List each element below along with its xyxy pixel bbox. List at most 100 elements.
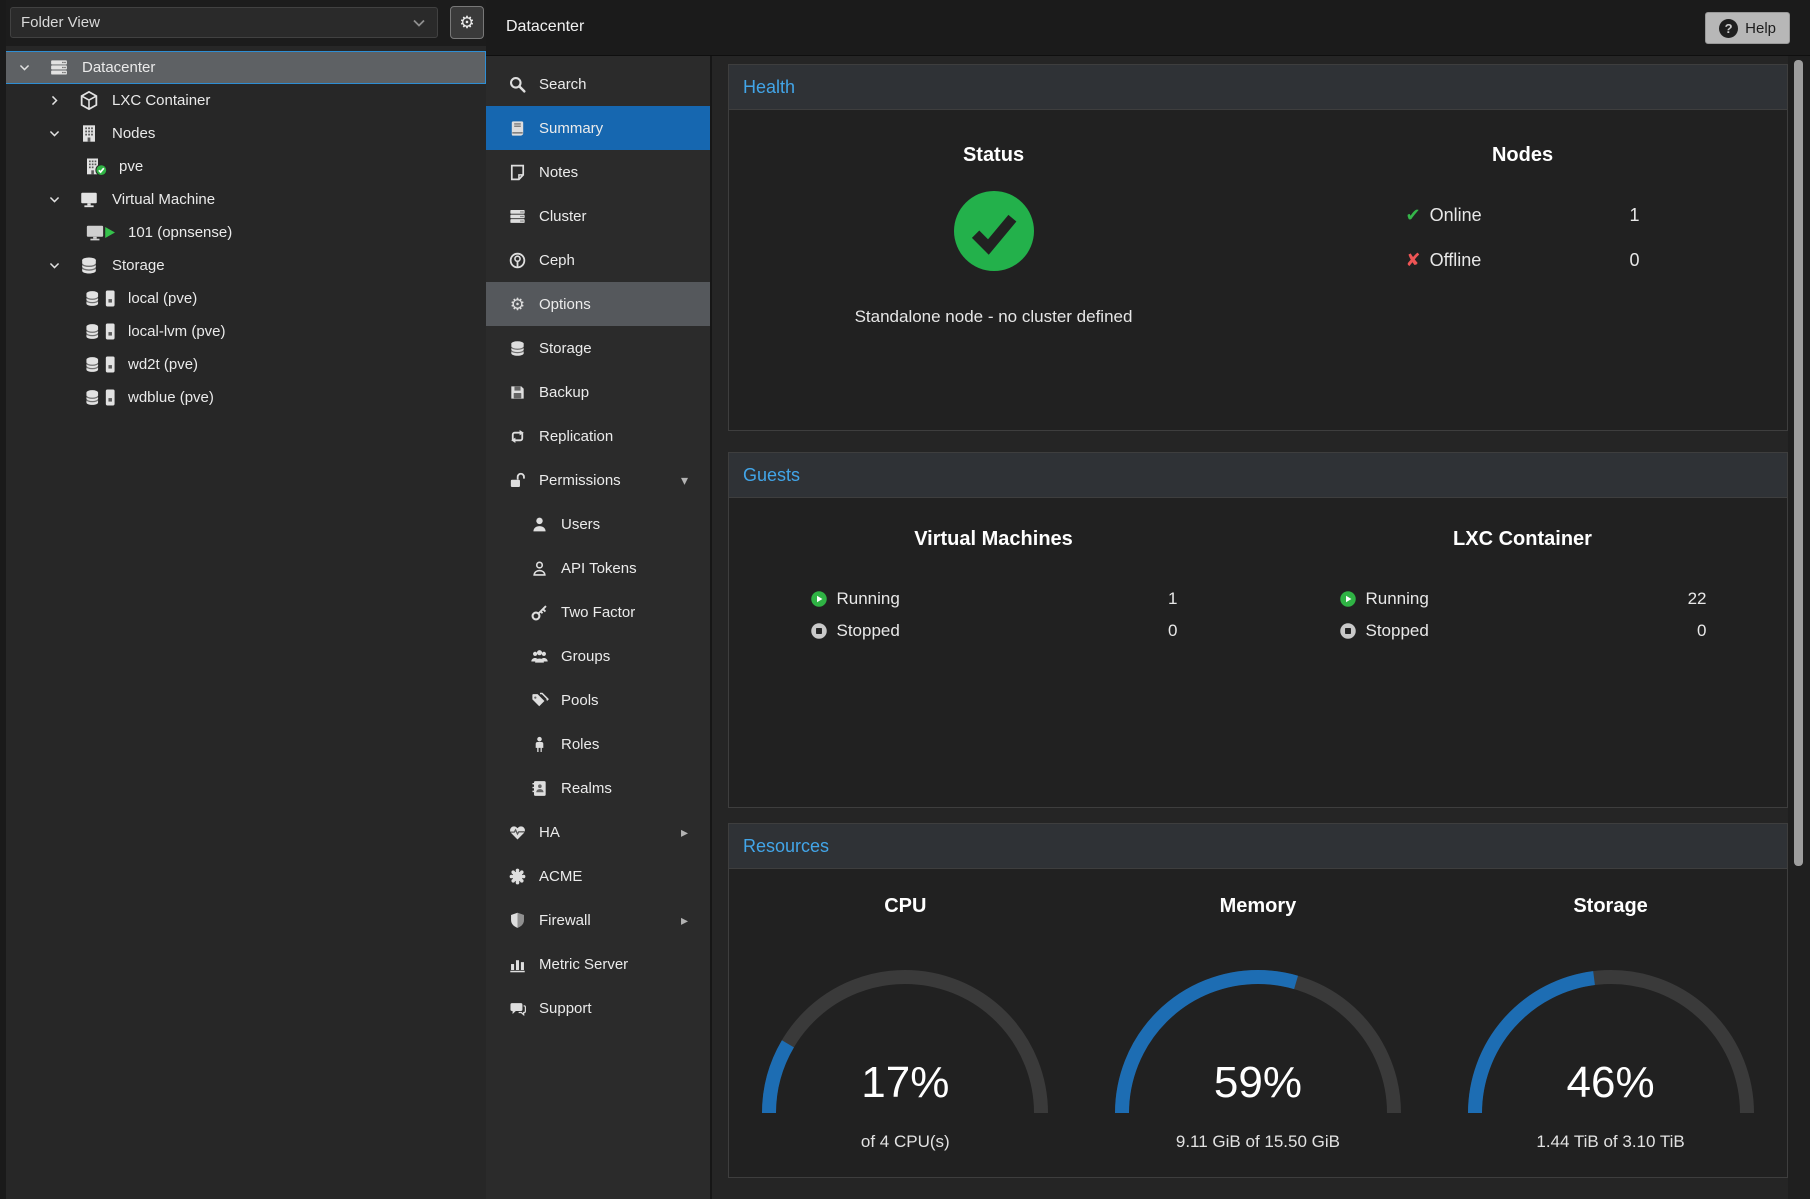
guest-state-value: 0 [1697, 621, 1706, 641]
play-circle-icon [1339, 590, 1357, 608]
nav-item-users[interactable]: Users [486, 502, 710, 546]
collapsed-arrow-icon: ▸ [681, 824, 688, 841]
main-scrollbar-thumb[interactable] [1794, 60, 1803, 866]
nav-item-label: Pools [561, 692, 599, 709]
topbar: Datacenter ? Help [486, 0, 1810, 56]
guests-panel: Guests Virtual MachinesRunning1Stopped0L… [728, 452, 1788, 808]
nav-item-metric-server[interactable]: Metric Server [486, 942, 710, 986]
nav-item-backup[interactable]: Backup [486, 370, 710, 414]
nav-item-options[interactable]: ⚙Options [486, 282, 710, 326]
tree-settings-button[interactable]: ⚙ [450, 6, 484, 39]
chevron-down-icon[interactable] [42, 189, 66, 210]
tree-item-label: pve [119, 158, 143, 175]
nav-item-label: Realms [561, 780, 612, 797]
offline-cross-icon: ✘ [1406, 250, 1421, 271]
chevron-down-icon[interactable] [42, 255, 66, 276]
tree-item-pve[interactable]: pve [0, 150, 486, 183]
help-button[interactable]: ? Help [1705, 12, 1790, 44]
nav-item-ceph[interactable]: Ceph [486, 238, 710, 282]
backup-icon [508, 383, 527, 402]
tree-item-label: 101 (opnsense) [128, 224, 232, 241]
page-title: Datacenter [506, 18, 584, 36]
online-label: Online [1430, 205, 1482, 226]
bar-chart-icon [508, 955, 527, 974]
view-mode-value: Folder View [21, 14, 100, 31]
unlock-icon [508, 471, 527, 490]
cpu-gauge-arc: 17% [755, 964, 1055, 1120]
nav-item-realms[interactable]: Realms [486, 766, 710, 810]
health-panel: Health Status Standalone node - no clust… [728, 64, 1788, 431]
main-scrollbar-track[interactable] [1788, 56, 1810, 1199]
nav-item-two-factor[interactable]: Two Factor [486, 590, 710, 634]
datacenter-icon [47, 57, 71, 78]
resource-gauge-memory: Memory59%9.11 GiB of 15.50 GiB [1082, 869, 1435, 1152]
view-mode-select[interactable]: Folder View [10, 7, 438, 38]
nav-item-label: Permissions [539, 472, 621, 489]
tree-item-label: local (pve) [128, 290, 197, 307]
nav-item-storage[interactable]: Storage [486, 326, 710, 370]
tree-item-lxc-container[interactable]: LXC Container [0, 84, 486, 117]
storage-usage-caption: 1.44 TiB of 3.10 TiB [1434, 1132, 1787, 1152]
nav-item-label: Search [539, 76, 587, 93]
guest-state-label: Stopped [837, 621, 900, 641]
tree-item-nodes[interactable]: Nodes [0, 117, 486, 150]
nav-item-summary[interactable]: Summary [486, 106, 710, 150]
tree-item-local-lvm-pve[interactable]: local-lvm (pve) [0, 315, 486, 348]
online-check-icon: ✔ [1406, 205, 1421, 226]
gauge-title: Memory [1082, 895, 1435, 918]
gauge-title: CPU [729, 895, 1082, 918]
nav-item-api-tokens[interactable]: API Tokens [486, 546, 710, 590]
nav-item-groups[interactable]: Groups [486, 634, 710, 678]
expanded-arrow-icon: ▾ [681, 472, 688, 489]
virtual-machines-stopped-row: Stopped 0 [810, 615, 1178, 647]
cpu-usage-percent: 17% [755, 1058, 1055, 1108]
resource-tree-sidebar: Folder View ⚙ Datacenter LXC Container Nod… [0, 0, 486, 1199]
offline-label: Offline [1430, 250, 1482, 271]
chevron-down-icon[interactable] [12, 57, 36, 78]
guests-virtual-machines-section: Virtual MachinesRunning1Stopped0 [729, 498, 1258, 647]
tree-item-label: LXC Container [112, 92, 210, 109]
nav-item-acme[interactable]: ACME [486, 854, 710, 898]
nav-item-label: Roles [561, 736, 599, 753]
chevron-right-icon[interactable] [42, 90, 66, 111]
resources-panel-title: Resources [743, 836, 829, 856]
comments-icon [508, 999, 527, 1018]
nav-item-permissions[interactable]: Permissions ▾ [486, 458, 710, 502]
guest-state-value: 0 [1168, 621, 1177, 641]
tree-item-wd2t-pve[interactable]: wd2t (pve) [0, 348, 486, 381]
question-icon: ? [1719, 19, 1738, 38]
tree-item-virtual-machine[interactable]: Virtual Machine [0, 183, 486, 216]
building-check-icon [84, 156, 108, 177]
nav-item-pools[interactable]: Pools [486, 678, 710, 722]
nav-item-roles[interactable]: Roles [486, 722, 710, 766]
nav-item-label: Ceph [539, 252, 575, 269]
nav-item-label: Firewall [539, 912, 591, 929]
nav-item-support[interactable]: Support [486, 986, 710, 1030]
tree-item-label: wdblue (pve) [128, 389, 214, 406]
users-icon [530, 647, 549, 666]
nav-item-firewall[interactable]: Firewall▸ [486, 898, 710, 942]
monitor-icon [77, 189, 101, 210]
nav-item-notes[interactable]: Notes [486, 150, 710, 194]
person-icon [530, 735, 549, 754]
stop-circle-icon [1339, 622, 1357, 640]
nav-item-cluster[interactable]: Cluster [486, 194, 710, 238]
nav-item-label: Two Factor [561, 604, 635, 621]
chevron-down-icon[interactable] [42, 123, 66, 144]
tree-item-wdblue-pve[interactable]: wdblue (pve) [0, 381, 486, 414]
nav-item-search[interactable]: Search [486, 62, 710, 106]
nav-item-ha[interactable]: HA▸ [486, 810, 710, 854]
tree-item-label: Nodes [112, 125, 155, 142]
tree-item-storage[interactable]: Storage [0, 249, 486, 282]
sidebar-toolbar: Folder View ⚙ [0, 0, 486, 46]
tree-item-local-pve[interactable]: local (pve) [0, 282, 486, 315]
tree-item-label: wd2t (pve) [128, 356, 198, 373]
resources-panel: Resources CPU17%of 4 CPU(s)Memory59%9.11… [728, 823, 1788, 1178]
nav-item-replication[interactable]: Replication [486, 414, 710, 458]
nav-item-label: Users [561, 516, 600, 533]
guest-state-label: Running [837, 589, 900, 609]
tree-item-datacenter[interactable]: Datacenter [0, 51, 486, 84]
database-icon [508, 339, 527, 358]
tree-item-101-opnsense[interactable]: 101 (opnsense) [0, 216, 486, 249]
replication-icon [508, 427, 527, 446]
